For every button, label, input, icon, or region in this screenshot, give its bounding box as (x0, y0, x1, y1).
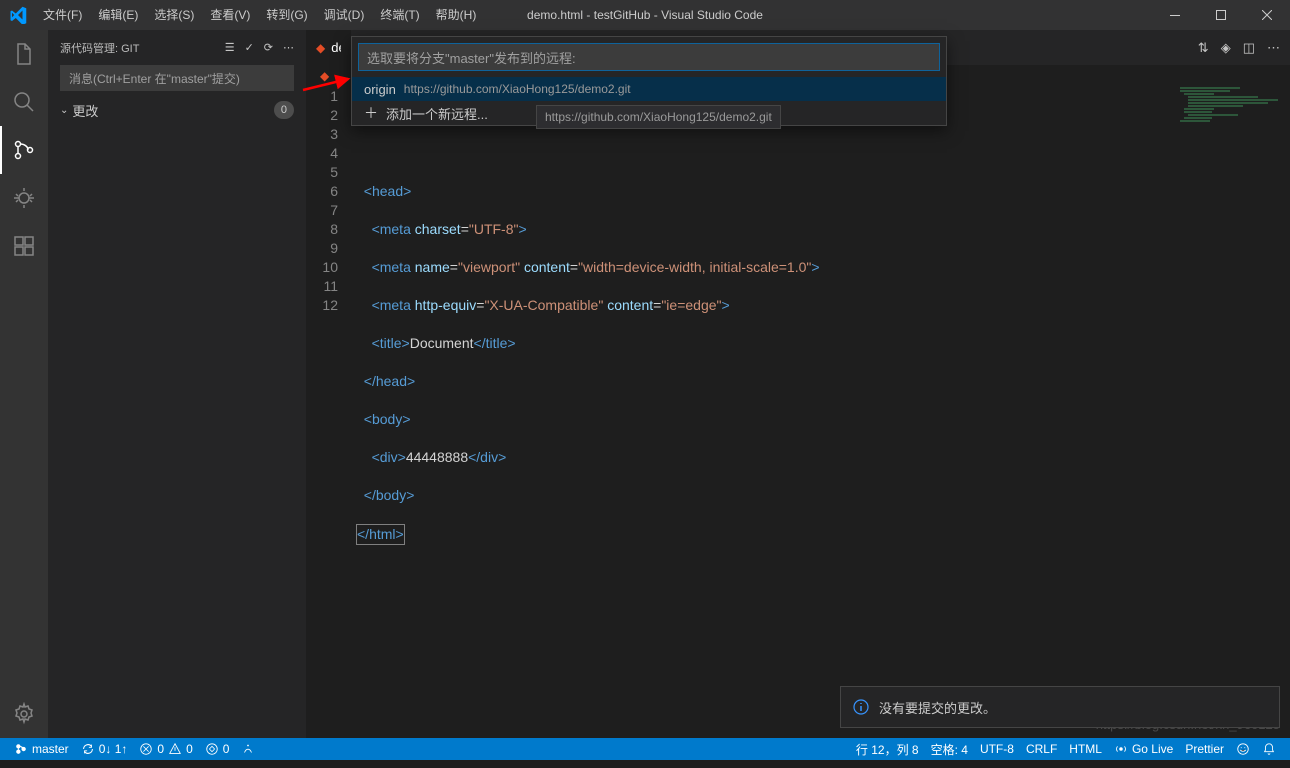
code-content[interactable]: <head> <meta charset="UTF-8"> <meta name… (356, 87, 1290, 738)
scm-commit-input[interactable]: 消息(Ctrl+Enter 在"master"提交) (60, 65, 294, 91)
scm-refresh-icon[interactable]: ⟳ (264, 41, 273, 54)
status-eol[interactable]: CRLF (1020, 738, 1063, 760)
vscode-logo (0, 6, 35, 24)
quickpick-input[interactable]: 选取要将分支"master"发布到的远程: (358, 43, 940, 71)
menu-debug[interactable]: 调试(D) (316, 0, 373, 30)
scm-changes-label: 更改 (72, 101, 273, 120)
html-file-icon: ◆ (316, 41, 325, 55)
editor-body[interactable]: 123456789101112 <head> <meta charset="UT… (306, 87, 1290, 738)
activity-bar (0, 30, 48, 738)
status-problems[interactable]: 0 0 (133, 738, 198, 760)
notification-toast[interactable]: 没有要提交的更改。 (840, 686, 1280, 728)
quickpick-item-label: 添加一个新远程... (386, 104, 488, 123)
maximize-button[interactable] (1198, 0, 1244, 30)
html-file-icon: ◆ (320, 69, 329, 83)
status-bell-icon[interactable] (1256, 738, 1282, 760)
menu-edit[interactable]: 编辑(E) (90, 0, 146, 30)
split-editor-icon[interactable]: ◫ (1243, 40, 1255, 56)
status-branch[interactable]: master (8, 738, 75, 760)
menu-file[interactable]: 文件(F) (35, 0, 90, 30)
scm-changes-count: 0 (274, 101, 294, 119)
title-bar: 文件(F) 编辑(E) 选择(S) 查看(V) 转到(G) 调试(D) 终端(T… (0, 0, 1290, 30)
editor-area: ◆ demo.html ⇅ ◈ ◫ ⋯ ◆ 123456789101112 <h… (306, 30, 1290, 738)
status-cursor[interactable]: 行 12，列 8 (850, 738, 925, 760)
activity-extensions-icon[interactable] (0, 222, 48, 270)
chevron-down-icon: ⌄ (60, 105, 68, 116)
tab-label: demo.html (331, 40, 341, 55)
close-button[interactable] (1244, 0, 1290, 30)
line-gutter: 123456789101112 (306, 87, 356, 738)
status-golive[interactable]: Go Live (1108, 738, 1179, 760)
status-language[interactable]: HTML (1063, 738, 1108, 760)
menu-go[interactable]: 转到(G) (258, 0, 315, 30)
status-sync[interactable]: 0↓ 1↑ (75, 738, 134, 760)
tabs-actions: ⇅ ◈ ◫ ⋯ (1188, 40, 1290, 56)
tab-demo-html[interactable]: ◆ demo.html (306, 30, 351, 65)
notification-message: 没有要提交的更改。 (879, 698, 996, 717)
status-port[interactable]: 0 (199, 738, 236, 760)
menu-view[interactable]: 查看(V) (202, 0, 258, 30)
quickpick-item-origin[interactable]: origin https://github.com/XiaoHong125/de… (352, 77, 946, 101)
plus-icon: ＋ (364, 103, 378, 123)
activity-search-icon[interactable] (0, 78, 48, 126)
scm-more-icon[interactable]: ⋯ (283, 41, 294, 54)
scm-header-actions: ☰ ✓ ⟳ ⋯ (225, 41, 294, 54)
status-bar: master 0↓ 1↑ 0 0 0 行 12，列 8 空格: 4 UTF-8 … (0, 738, 1290, 760)
quickpick-item-detail: https://github.com/XiaoHong125/demo2.git (404, 82, 631, 96)
activity-explorer-icon[interactable] (0, 30, 48, 78)
scm-commit-icon[interactable]: ✓ (245, 41, 254, 54)
status-encoding[interactable]: UTF-8 (974, 738, 1020, 760)
scm-changes-row[interactable]: ⌄ 更改 0 (48, 99, 306, 121)
tooltip: https://github.com/XiaoHong125/demo2.git (536, 105, 781, 129)
info-icon (853, 699, 869, 715)
menu-terminal[interactable]: 终端(T) (372, 0, 427, 30)
diff-icon[interactable]: ◈ (1221, 40, 1231, 56)
scm-header-title: 源代码管理: GIT (60, 40, 225, 56)
minimize-button[interactable] (1152, 0, 1198, 30)
window-controls (1152, 0, 1290, 30)
scm-panel: 源代码管理: GIT ☰ ✓ ⟳ ⋯ 消息(Ctrl+Enter 在"maste… (48, 30, 306, 738)
menu-selection[interactable]: 选择(S) (146, 0, 202, 30)
status-live[interactable] (235, 738, 261, 760)
main-area: 源代码管理: GIT ☰ ✓ ⟳ ⋯ 消息(Ctrl+Enter 在"maste… (0, 30, 1290, 738)
window-title: demo.html - testGitHub - Visual Studio C… (527, 8, 763, 22)
activity-debug-icon[interactable] (0, 174, 48, 222)
scm-view-icon[interactable]: ☰ (225, 41, 235, 54)
compare-icon[interactable]: ⇅ (1198, 40, 1209, 56)
menu-help[interactable]: 帮助(H) (428, 0, 485, 30)
status-prettier[interactable]: Prettier (1179, 738, 1230, 760)
menu-bar: 文件(F) 编辑(E) 选择(S) 查看(V) 转到(G) 调试(D) 终端(T… (35, 0, 484, 30)
activity-scm-icon[interactable] (0, 126, 48, 174)
activity-settings-icon[interactable] (0, 690, 48, 738)
scm-header: 源代码管理: GIT ☰ ✓ ⟳ ⋯ (48, 30, 306, 65)
quickpick-item-label: origin (364, 82, 396, 97)
status-spaces[interactable]: 空格: 4 (925, 738, 974, 760)
status-feedback-icon[interactable] (1230, 738, 1256, 760)
more-actions-icon[interactable]: ⋯ (1267, 40, 1280, 56)
